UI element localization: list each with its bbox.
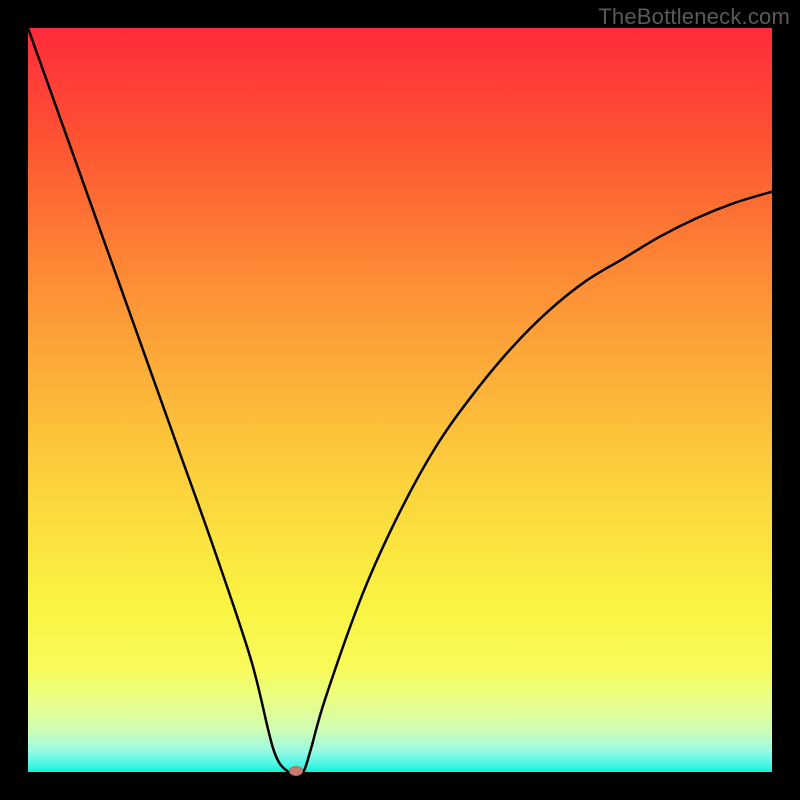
chart-frame: TheBottleneck.com: [0, 0, 800, 800]
plot-area: [28, 28, 772, 772]
watermark-text: TheBottleneck.com: [598, 4, 790, 30]
curve-path: [28, 28, 772, 772]
bottleneck-curve: [28, 28, 772, 772]
optimal-point-marker: [289, 766, 303, 776]
